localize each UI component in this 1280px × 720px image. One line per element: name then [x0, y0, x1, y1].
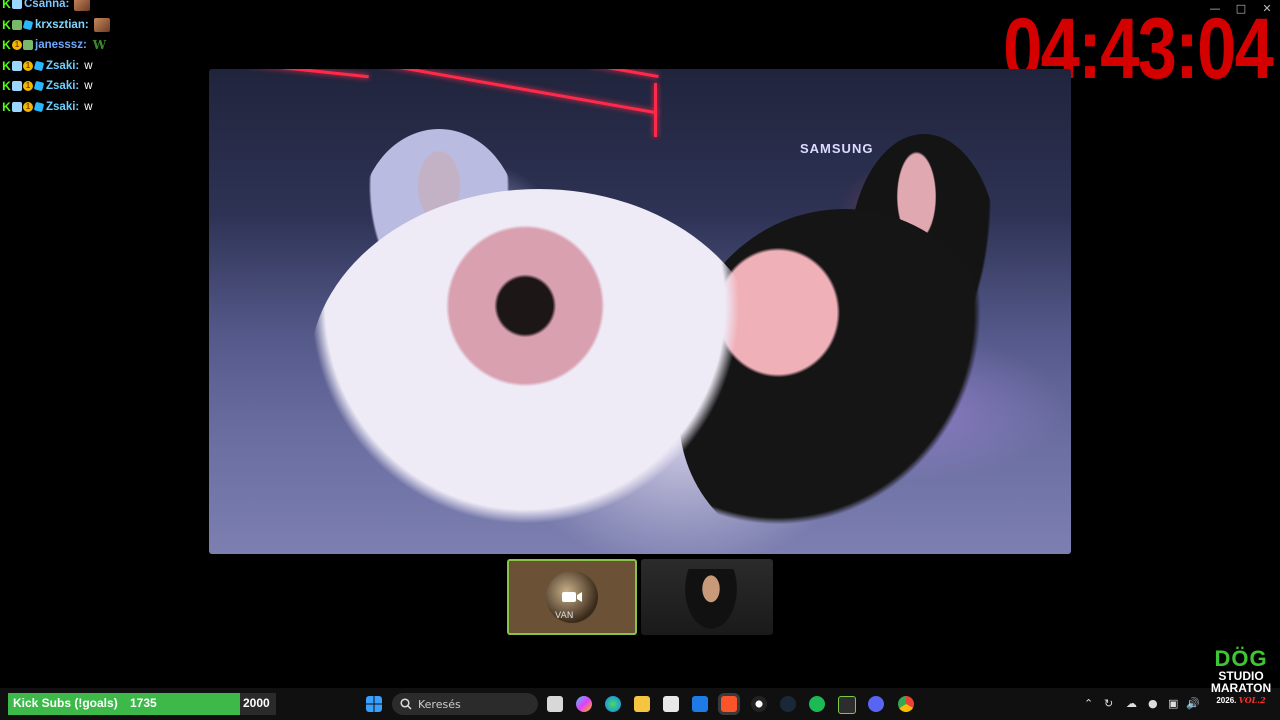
coin-badge-icon: 1	[12, 40, 22, 51]
search-icon	[400, 698, 412, 710]
person-front-glasses	[309, 189, 769, 554]
chat-message: K Csanna:	[2, 0, 222, 15]
kick-badge-icon: K	[2, 0, 11, 12]
cube-badge-icon	[33, 60, 45, 71]
chat-username[interactable]: Zsaki	[46, 80, 75, 92]
dog-studio-maraton-logo: DÖG STUDIO MARATON 2026. VOL.2	[1210, 648, 1272, 718]
chat-colon: :	[75, 80, 80, 93]
display-icon[interactable]: ▣	[1168, 697, 1178, 710]
neon-light	[249, 69, 369, 79]
mail-icon[interactable]	[692, 696, 708, 712]
samsung-sign: SAMSUNG	[800, 141, 874, 156]
search-placeholder: Keresés	[418, 697, 461, 711]
microphone-icon[interactable]: ●	[1148, 697, 1158, 710]
chat-text: w	[84, 80, 93, 93]
neon-light	[380, 69, 658, 115]
gift-badge-icon	[12, 0, 22, 10]
sub-goal-current: 1735	[130, 696, 157, 710]
kick-badge-icon: K	[2, 79, 11, 94]
chrome-icon[interactable]	[898, 696, 914, 712]
xbox-icon[interactable]	[838, 696, 856, 714]
emote-w-icon: W	[92, 38, 107, 53]
chat-username[interactable]: Zsaki	[46, 60, 75, 72]
discord-icon[interactable]	[868, 696, 884, 712]
chat-colon: :	[75, 100, 80, 113]
chat-overlay: K Csanna: Kkrxsztian: K 1 janesssz: W K 1 Zsaki: w…	[2, 0, 222, 117]
brave-icon[interactable]	[721, 696, 737, 712]
kick-badge-icon: K	[2, 99, 11, 114]
gift-badge-icon	[12, 101, 22, 112]
logo-line4: 2026. VOL.2	[1210, 694, 1272, 707]
cloud-icon[interactable]: ☁	[1126, 697, 1137, 710]
coin-badge-icon: 1	[23, 81, 33, 92]
logo-line1: DÖG	[1214, 646, 1268, 671]
volume-icon[interactable]: 🔊	[1186, 697, 1200, 710]
chat-message: K 1 Zsaki: w	[2, 97, 222, 118]
chevron-up-icon[interactable]: ⌃	[1084, 697, 1093, 710]
shield-badge-icon	[12, 19, 22, 30]
emote-icon	[93, 17, 110, 32]
cube-badge-icon	[33, 81, 45, 92]
shield-badge-icon	[23, 40, 33, 51]
logo-year: 2026.	[1216, 696, 1237, 705]
neon-light	[589, 69, 659, 79]
chat-username[interactable]: janesssz	[35, 39, 83, 51]
steam-icon[interactable]	[780, 696, 796, 712]
chat-message: Kkrxsztian:	[2, 15, 222, 36]
coin-badge-icon: 1	[23, 60, 33, 71]
chat-username[interactable]: Zsaki	[46, 101, 75, 113]
kick-badge-icon: K	[2, 58, 11, 73]
cube-badge-icon	[33, 101, 45, 112]
camera-off-icon	[562, 592, 582, 602]
task-view-icon[interactable]	[547, 696, 563, 712]
participant-thumbnail-camera[interactable]	[641, 559, 773, 635]
sub-goal-label: Kick Subs (!goals)	[13, 696, 118, 710]
spotify-icon[interactable]	[809, 696, 825, 712]
kick-badge-icon: K	[2, 17, 11, 32]
participant-thumbnail-avatar[interactable]: VAN	[507, 559, 637, 635]
logo-vol: VOL.2	[1238, 695, 1266, 705]
chat-username[interactable]: krxsztian	[35, 19, 85, 31]
copilot-icon[interactable]	[576, 696, 592, 712]
chat-text: w	[84, 100, 93, 113]
avatar-label: VAN	[555, 611, 574, 621]
sub-goal-max: 2000	[243, 696, 270, 710]
chat-message: K 1 janesssz: W	[2, 35, 222, 56]
chat-colon: :	[75, 59, 80, 72]
chat-colon: :	[82, 39, 87, 52]
main-video-feed[interactable]: SAMSUNG	[209, 69, 1071, 554]
chat-text: w	[84, 59, 93, 72]
chat-message: K 1 Zsaki: w	[2, 56, 222, 77]
gift-badge-icon	[12, 81, 22, 92]
emote-icon	[74, 0, 91, 12]
file-explorer-icon[interactable]	[634, 696, 650, 712]
obs-icon[interactable]	[751, 696, 767, 712]
cube-badge-icon	[22, 19, 34, 30]
gift-badge-icon	[12, 60, 22, 71]
logo-line3: MARATON	[1210, 681, 1272, 695]
chat-username[interactable]: Csanna	[24, 0, 66, 10]
windows-start-icon[interactable]	[366, 696, 382, 712]
taskbar-search[interactable]: Keresés	[392, 693, 538, 715]
store-icon[interactable]	[663, 696, 679, 712]
edge-icon[interactable]	[605, 696, 621, 712]
neon-light	[654, 83, 657, 137]
kick-badge-icon: K	[2, 38, 11, 53]
chat-colon: :	[65, 0, 70, 11]
chat-message: K 1 Zsaki: w	[2, 76, 222, 97]
streamer-silhouette	[681, 569, 741, 635]
coin-badge-icon: 1	[23, 101, 33, 112]
network-icon[interactable]: ↻	[1104, 697, 1113, 710]
chat-colon: :	[84, 18, 89, 31]
